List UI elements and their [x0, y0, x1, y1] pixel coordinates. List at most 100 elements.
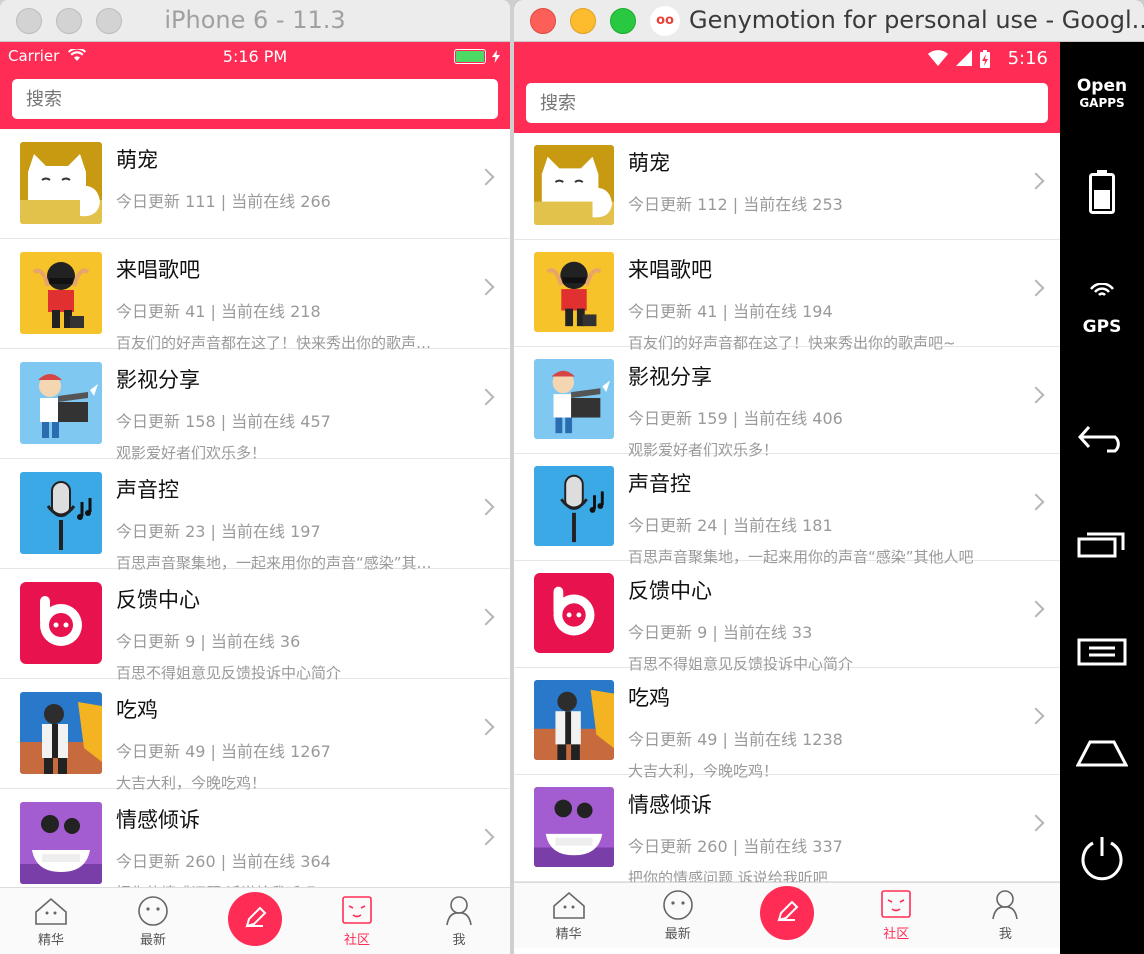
- list-item[interactable]: 反馈中心 今日更新 9 | 当前在线 36 百思不得姐意见反馈投诉中心简介: [0, 569, 510, 682]
- recent-apps-button[interactable]: [1060, 530, 1144, 562]
- profile-icon: [446, 896, 472, 926]
- item-name: 影视分享: [116, 368, 200, 392]
- gps-signal-icon: [1090, 282, 1114, 296]
- item-stats: 今日更新 41 | 当前在线 194: [628, 302, 833, 321]
- zoom-button[interactable]: [610, 8, 636, 34]
- item-name: 声音控: [628, 472, 691, 496]
- microphone-icon: [534, 466, 614, 546]
- publish-button[interactable]: [732, 883, 841, 948]
- close-button[interactable]: [530, 8, 556, 34]
- chevron-right-icon: [1027, 707, 1045, 725]
- tab-zuixin[interactable]: 最新: [623, 883, 732, 948]
- item-stats: 今日更新 159 | 当前在线 406: [628, 409, 843, 428]
- list-item[interactable]: 影视分享 今日更新 158 | 当前在线 457 观影爱好者们欢乐多！: [0, 349, 510, 462]
- battery-charging-icon: [980, 50, 990, 68]
- tab-label: 我: [998, 927, 1012, 942]
- item-text: 吃鸡 今日更新 49 | 当前在线 1238 大吉大利，今晚吃鸡！: [628, 680, 843, 781]
- item-text: 萌宠 今日更新 111 | 当前在线 266: [116, 142, 331, 212]
- item-stats: 今日更新 49 | 当前在线 1238: [628, 730, 843, 749]
- list-item[interactable]: 吃鸡 今日更新 49 | 当前在线 1267 大吉大利，今晚吃鸡！: [0, 679, 510, 792]
- power-button[interactable]: [1060, 834, 1144, 886]
- item-text: 情感倾诉 今日更新 260 | 当前在线 337 把你的情感问题 诉说给我听吧: [628, 787, 843, 888]
- clapperboard-icon: [20, 362, 102, 444]
- genymotion-window: oo Genymotion for personal use - Googl..…: [514, 0, 1144, 954]
- tab-shequ[interactable]: 社区: [306, 888, 408, 954]
- item-name: 萌宠: [628, 151, 670, 175]
- chevron-right-icon: [1027, 386, 1045, 404]
- item-name: 吃鸡: [116, 698, 158, 722]
- battery-icon: [1089, 170, 1115, 214]
- tab-wo[interactable]: 我: [951, 883, 1060, 948]
- tab-label: 精华: [555, 927, 582, 942]
- tab-jinghua[interactable]: 精华: [0, 888, 102, 954]
- search-bar: [0, 72, 510, 129]
- list-item[interactable]: 吃鸡 今日更新 49 | 当前在线 1238 大吉大利，今晚吃鸡！: [514, 668, 1060, 780]
- item-name: 萌宠: [116, 148, 158, 172]
- search-input[interactable]: [12, 79, 498, 119]
- pencil-icon: [245, 906, 267, 927]
- list-item[interactable]: 声音控 今日更新 23 | 当前在线 197 百思声音聚集地，一起来用你的声音“感染…: [0, 459, 510, 572]
- back-button[interactable]: [1060, 424, 1144, 458]
- android-screen: 5:16 萌宠今日更新 112 | 当前在线 253 来唱歌吧今日更新 41 | …: [514, 42, 1060, 954]
- menu-icon: [1077, 638, 1127, 666]
- home-icon: [1075, 740, 1129, 767]
- tab-jinghua[interactable]: 精华: [514, 883, 623, 948]
- cat-icon: [20, 142, 102, 224]
- item-name: 情感倾诉: [116, 808, 200, 832]
- search-input[interactable]: [526, 83, 1048, 123]
- tab-label: 最新: [664, 927, 691, 942]
- list-item[interactable]: 影视分享 今日更新 159 | 当前在线 406 观影爱好者们欢乐多！: [514, 347, 1060, 459]
- search-bar: [514, 76, 1060, 133]
- item-stats: 今日更新 23 | 当前在线 197: [116, 522, 321, 541]
- publish-button[interactable]: [204, 888, 306, 954]
- tab-shequ[interactable]: 社区: [842, 883, 951, 948]
- list-item[interactable]: 萌宠 今日更新 112 | 当前在线 253: [514, 133, 1060, 240]
- item-stats: 今日更新 158 | 当前在线 457: [116, 412, 331, 431]
- list-item[interactable]: 声音控 今日更新 24 | 当前在线 181 百思声音聚集地，一起来用你的声音“感染…: [514, 454, 1060, 566]
- minimize-button[interactable]: [570, 8, 596, 34]
- list-item[interactable]: 情感倾诉 今日更新 260 | 当前在线 337 把你的情感问题 诉说给我听吧: [514, 775, 1060, 887]
- gps-label: GPS: [1082, 317, 1122, 337]
- list-item[interactable]: 萌宠 今日更新 111 | 当前在线 266: [0, 129, 510, 239]
- item-name: 情感倾诉: [628, 793, 712, 817]
- tab-bar: 精华 最新 社区 我: [514, 882, 1060, 948]
- item-stats: 今日更新 49 | 当前在线 1267: [116, 742, 331, 761]
- list-item[interactable]: 情感倾诉今日更新 260 | 当前在线 364把你的情感问题 诉说给我听吧: [0, 789, 510, 902]
- tab-bar: 精华 最新 社区 我: [0, 887, 510, 954]
- item-stats: 今日更新 9 | 当前在线 33: [628, 623, 813, 642]
- chevron-right-icon: [477, 608, 495, 626]
- publish-circle: [228, 892, 282, 946]
- battery-widget-button[interactable]: [1060, 170, 1144, 218]
- window-title: Genymotion for personal use - Googl...: [689, 6, 1144, 34]
- list-item[interactable]: 来唱歌吧 今日更新 41 | 当前在线 218 百友们的好声音都在这了！快来秀出你的…: [0, 239, 510, 352]
- open-gapps-button[interactable]: Open GAPPS: [1060, 78, 1144, 112]
- microphone-icon: [20, 472, 102, 554]
- item-name: 声音控: [116, 478, 179, 502]
- clock: 5:16: [1007, 48, 1048, 69]
- tab-label: 社区: [343, 933, 370, 948]
- item-text: 反馈中心 今日更新 9 | 当前在线 33 百思不得姐意见反馈投诉中心简介: [628, 573, 853, 674]
- open-gapps-sublabel: GAPPS: [1079, 96, 1125, 110]
- home-button[interactable]: [1060, 738, 1144, 772]
- profile-icon: [992, 890, 1019, 920]
- battery-icon: [454, 49, 486, 64]
- menu-button[interactable]: [1060, 636, 1144, 670]
- community-icon: [342, 896, 372, 924]
- soldier-icon: [20, 692, 102, 774]
- gps-widget-button[interactable]: [1060, 282, 1144, 301]
- back-icon: [1077, 425, 1120, 453]
- android-status-bar: 5:16: [514, 42, 1060, 76]
- list-item[interactable]: 来唱歌吧 今日更新 41 | 当前在线 194 百友们的好声音都在这了！快来秀出你的…: [514, 240, 1060, 352]
- list-item[interactable]: 反馈中心 今日更新 9 | 当前在线 33 百思不得姐意见反馈投诉中心简介: [514, 561, 1060, 673]
- tab-label: 精华: [37, 933, 64, 948]
- item-name: 影视分享: [628, 365, 712, 389]
- item-stats: 今日更新 24 | 当前在线 181: [628, 516, 833, 535]
- chevron-right-icon: [477, 388, 495, 406]
- tab-zuixin[interactable]: 最新: [102, 888, 204, 954]
- signal-icon: [956, 50, 972, 66]
- item-stats: 今日更新 41 | 当前在线 218: [116, 302, 321, 321]
- item-name: 来唱歌吧: [116, 258, 200, 282]
- feedback-logo-icon: [20, 582, 102, 664]
- item-stats: 今日更新 260 | 当前在线 337: [628, 837, 843, 856]
- tab-wo[interactable]: 我: [408, 888, 510, 954]
